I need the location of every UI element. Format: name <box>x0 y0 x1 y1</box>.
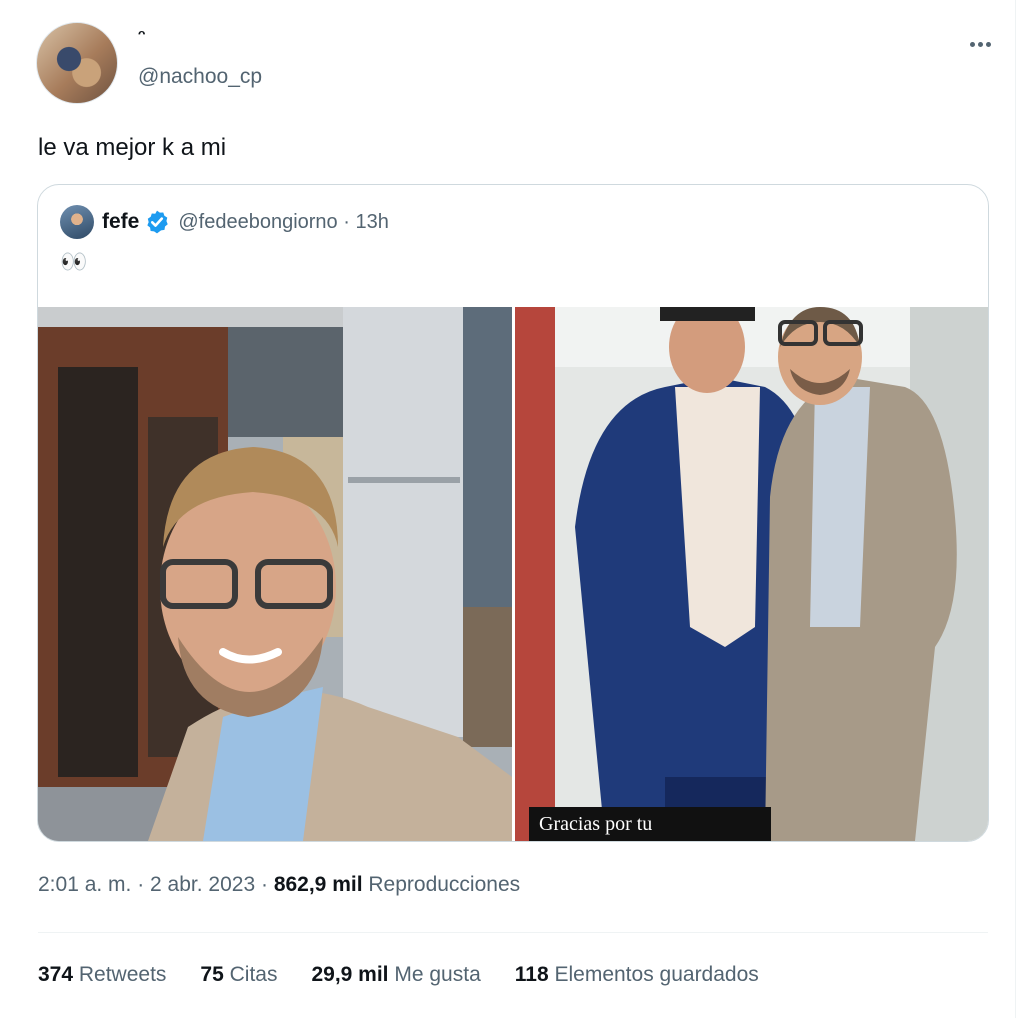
stat-quotes[interactable]: 75 Citas <box>200 960 277 990</box>
stat-count: 29,9 mil <box>311 963 389 986</box>
quoted-author-name[interactable]: fefe <box>102 210 139 234</box>
tweet-text: le va mejor k a mi <box>38 134 227 161</box>
author-display-name[interactable]: ᵔ <box>138 26 145 46</box>
quoted-handle-time[interactable]: @fedeebongiorno · 13h <box>178 211 388 234</box>
stat-label: Citas <box>223 963 278 986</box>
author-handle[interactable]: @nachoo_cp <box>138 64 262 90</box>
quoted-tweet-header: fefe @fedeebongiorno · 13h <box>60 205 389 239</box>
quoted-photos: Gracias por tu <box>38 307 988 841</box>
stat-count: 118 <box>514 963 549 986</box>
stat-count: 75 <box>200 963 224 986</box>
tweet-timestamp[interactable]: 2:01 a. m. · 2 abr. 2023 · <box>38 873 274 896</box>
engagement-stats: 374 Retweets 75 Citas 29,9 mil Me gusta … <box>38 960 793 990</box>
author-avatar[interactable] <box>36 22 118 104</box>
quoted-tweet-text: 👀 <box>60 249 88 274</box>
photo-selfie[interactable] <box>38 307 512 841</box>
image-caption: Gracias por tu <box>529 807 771 841</box>
photo-two-men[interactable]: Gracias por tu <box>515 307 988 841</box>
stat-label: Retweets <box>73 963 167 986</box>
selfie-image <box>38 307 512 841</box>
quoted-author-avatar[interactable] <box>60 205 94 239</box>
verified-badge-icon <box>147 210 169 234</box>
stat-count: 374 <box>38 963 74 986</box>
tweet-meta: 2:01 a. m. · 2 abr. 2023 · 862,9 mil Rep… <box>38 870 520 900</box>
stat-likes[interactable]: 29,9 mil Me gusta <box>311 960 480 990</box>
quoted-tweet[interactable]: fefe @fedeebongiorno · 13h 👀 Gracias por… <box>37 184 989 842</box>
stats-divider <box>38 932 988 933</box>
stat-retweets[interactable]: 374 Retweets <box>38 960 166 990</box>
tweet-header: ᵔ @nachoo_cp <box>36 22 996 106</box>
stat-label: Me gusta <box>388 963 481 986</box>
views-label: Reproducciones <box>362 873 521 896</box>
page-border <box>1015 0 1016 1018</box>
views-count: 862,9 mil <box>273 873 363 896</box>
stat-label: Elementos guardados <box>548 963 759 986</box>
stat-bookmarks[interactable]: 118 Elementos guardados <box>515 960 759 990</box>
more-options-icon[interactable] <box>964 28 996 60</box>
two-men-image <box>515 307 988 841</box>
